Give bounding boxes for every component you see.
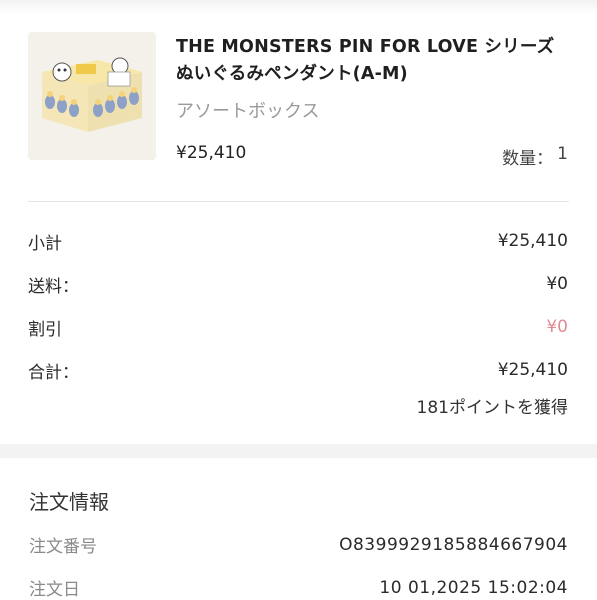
points-earned: 181ポイントを獲得 [416,398,568,418]
divider [28,201,569,202]
discount-value: ¥0 [546,317,568,337]
subtotal-value: ¥25,410 [497,231,568,251]
total-label: 合計： [28,362,79,383]
product-quantity: 数量： 1 [502,144,568,169]
order-number-row: 注文番号 O839992918588466790‌4 [29,532,568,558]
order-number-label: 注文番号 [29,537,97,557]
product-image [28,32,156,160]
top-fade [0,0,597,14]
product-variant: アソートボックス [176,101,320,122]
order-info-title: 注文情報 [29,490,109,514]
total-row: 合計： ¥25,410 [28,355,568,385]
order-date-row: 注文日 10 01,2025 15:02:04 [29,575,568,600]
shipping-value: ¥0 [546,274,568,294]
subtotal-label: 小計 [28,233,62,254]
discount-row: 割引 ¥0 [28,312,568,342]
order-number-value[interactable]: O839992918588466790‌4 [339,535,568,555]
order-date-value: 10 01,2025 15:02:04 [379,577,568,598]
section-separator [0,444,597,458]
shipping-label: 送料： [28,276,79,297]
order-date-label: 注文日 [29,580,80,600]
total-value: ¥25,410 [497,360,568,380]
shipping-row: 送料： ¥0 [28,269,568,299]
subtotal-row: 小計 ¥25,410 [28,226,568,256]
product-title[interactable]: THE MONSTERS PIN FOR LOVE シリーズ ぬいぐるみペンダン… [176,34,572,88]
product-thumbnail[interactable] [28,32,156,160]
quantity-value: 1 [557,144,568,164]
discount-label: 割引 [28,319,62,340]
quantity-label: 数量： [502,149,554,169]
product-price: ¥25,410 [176,143,247,163]
